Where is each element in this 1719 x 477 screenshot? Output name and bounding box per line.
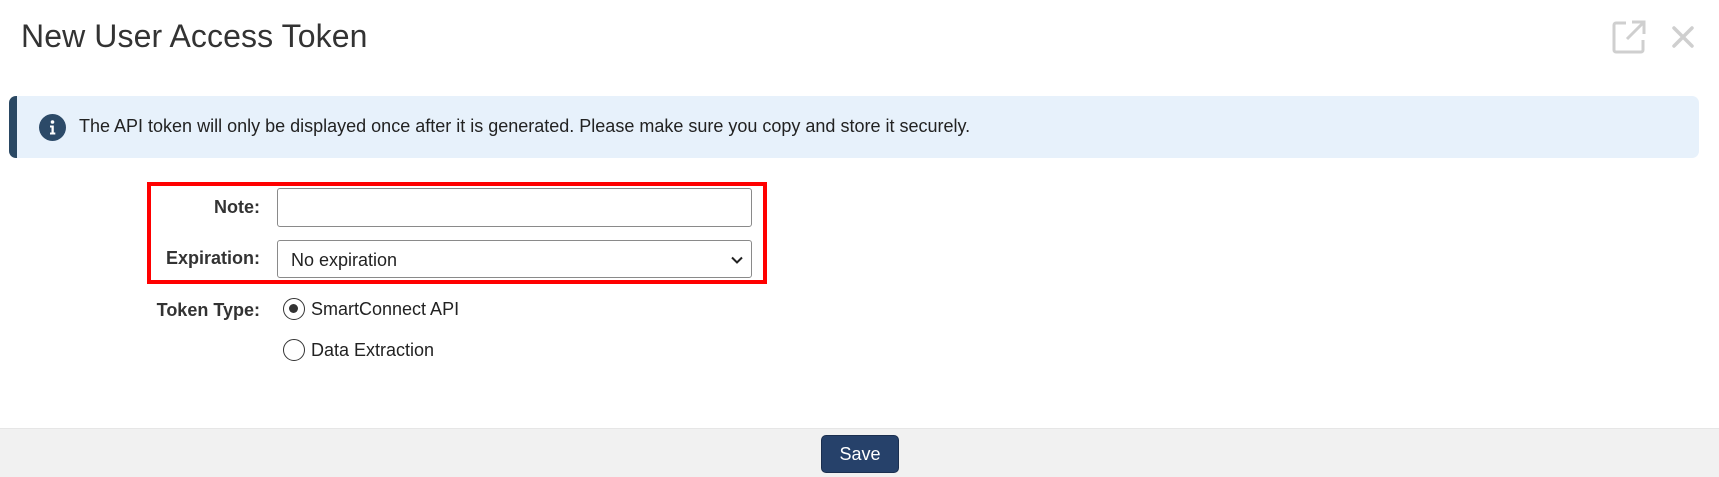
chevron-down-icon: [731, 256, 743, 264]
radio-selected-dot: [289, 304, 298, 313]
expiration-select[interactable]: No expiration: [277, 240, 752, 278]
popout-icon: [1612, 20, 1646, 54]
radio-label-smartconnect: SmartConnect API: [311, 299, 460, 319]
radio-label-data-extraction: Data Extraction: [311, 340, 435, 360]
save-button[interactable]: Save: [821, 435, 899, 473]
info-message: The API token will only be displayed onc…: [79, 116, 971, 136]
note-label: Note:: [214, 197, 260, 217]
dialog-title: New User Access Token: [21, 18, 368, 54]
expiration-selected-value: No expiration: [291, 250, 398, 270]
info-banner: The API token will only be displayed onc…: [9, 96, 1699, 158]
close-button[interactable]: [1666, 20, 1700, 54]
popout-button[interactable]: [1610, 18, 1648, 56]
radio-button[interactable]: [283, 339, 305, 361]
dialog-header: New User Access Token: [0, 0, 1719, 74]
note-input[interactable]: [277, 188, 752, 227]
token-type-label: Token Type:: [156, 300, 260, 320]
close-icon: [1672, 26, 1694, 48]
info-icon: [39, 114, 66, 141]
radio-button[interactable]: [283, 298, 305, 320]
expiration-label: Expiration:: [165, 248, 260, 268]
new-token-dialog: New User Access Token The API token will…: [0, 0, 1719, 477]
